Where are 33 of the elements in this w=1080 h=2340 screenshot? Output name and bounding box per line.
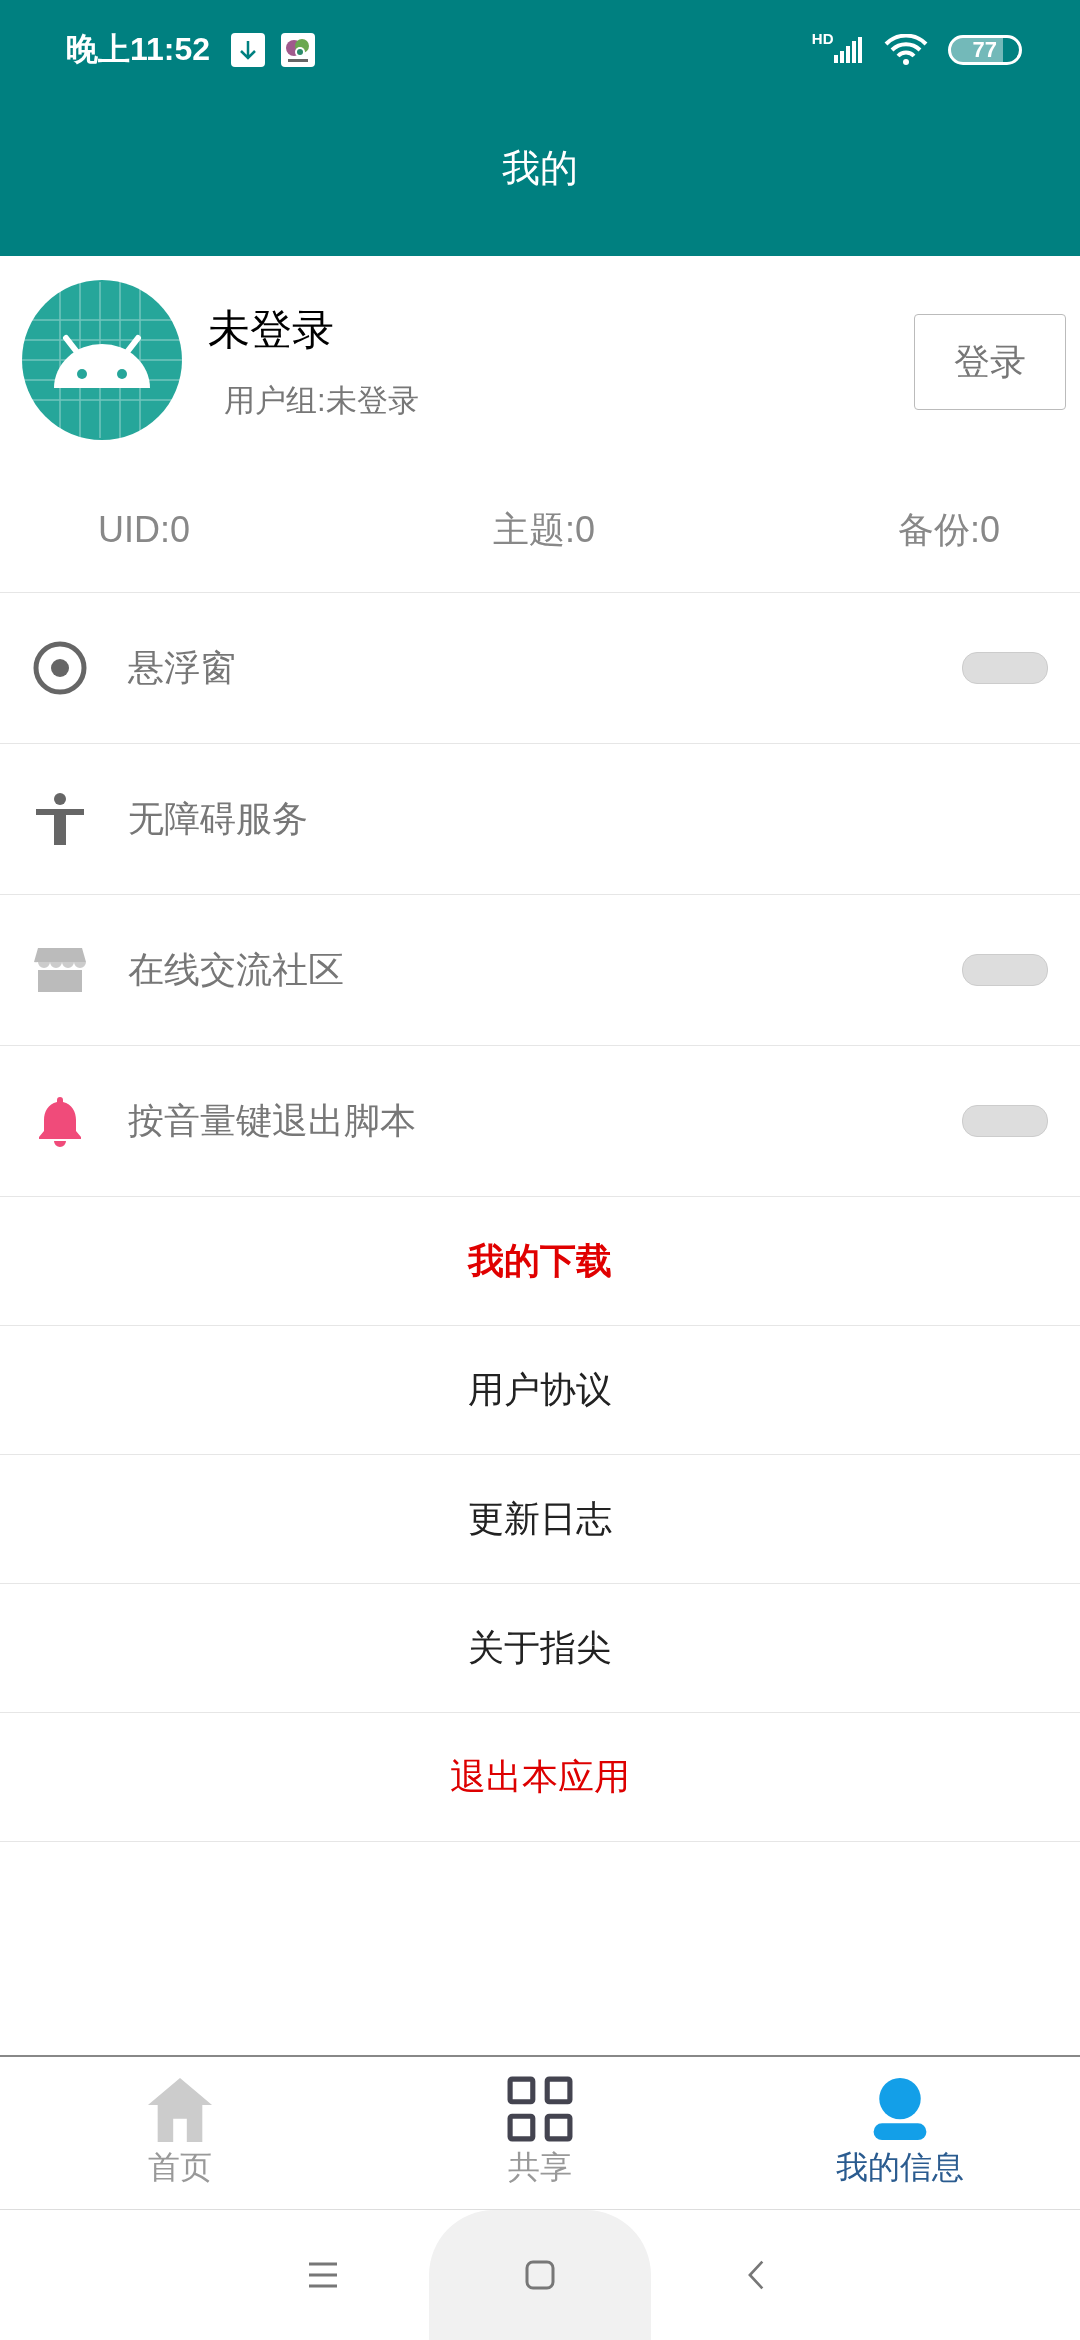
grid-icon: [505, 2076, 575, 2142]
stat-count: 主题:0: [493, 507, 595, 552]
network-type: HD: [811, 30, 834, 47]
menu-item[interactable]: 我的下载: [468, 1236, 612, 1286]
battery-indicator: 77: [947, 35, 1022, 65]
menu-item[interactable]: 更新日志: [468, 1494, 612, 1544]
toggle-switch[interactable]: [962, 652, 1048, 684]
menu-item[interactable]: 退出本应用: [450, 1752, 630, 1802]
stat-count: UID:0: [98, 509, 191, 551]
menu-item[interactable]: 用户协议: [468, 1365, 612, 1415]
cloud-app-icon: [280, 32, 317, 68]
nav-tab[interactable]: 我的信息: [720, 2057, 1080, 2209]
square-icon: [524, 2259, 556, 2291]
nav-tab[interactable]: 首页: [0, 2057, 360, 2209]
home-button[interactable]: [429, 2210, 651, 2340]
page-title: 我的: [501, 145, 579, 191]
login-button[interactable]: 登录: [914, 314, 1066, 410]
wifi-icon: [883, 34, 928, 66]
signal-icon: [833, 37, 864, 63]
setting-label: 悬浮窗: [128, 645, 236, 690]
stat-count: 备份:0: [897, 507, 1000, 552]
setting-label: 按音量键退出脚本: [128, 1098, 416, 1143]
setting-label: 无障碍服务: [128, 796, 308, 841]
toggle-switch[interactable]: [962, 1105, 1048, 1137]
toggle-switch[interactable]: [962, 954, 1048, 986]
user-name: 未登录: [208, 305, 335, 355]
setting-label: 在线交流社区: [128, 947, 344, 992]
menu-item[interactable]: 关于指尖: [468, 1623, 612, 1673]
nav-tab[interactable]: 共享: [360, 2057, 720, 2209]
status-time: 晚上11:52: [66, 30, 211, 69]
user-group: 用户组:未登录: [224, 380, 419, 422]
radio-target-icon: [32, 640, 88, 696]
download-icon: [230, 32, 267, 68]
